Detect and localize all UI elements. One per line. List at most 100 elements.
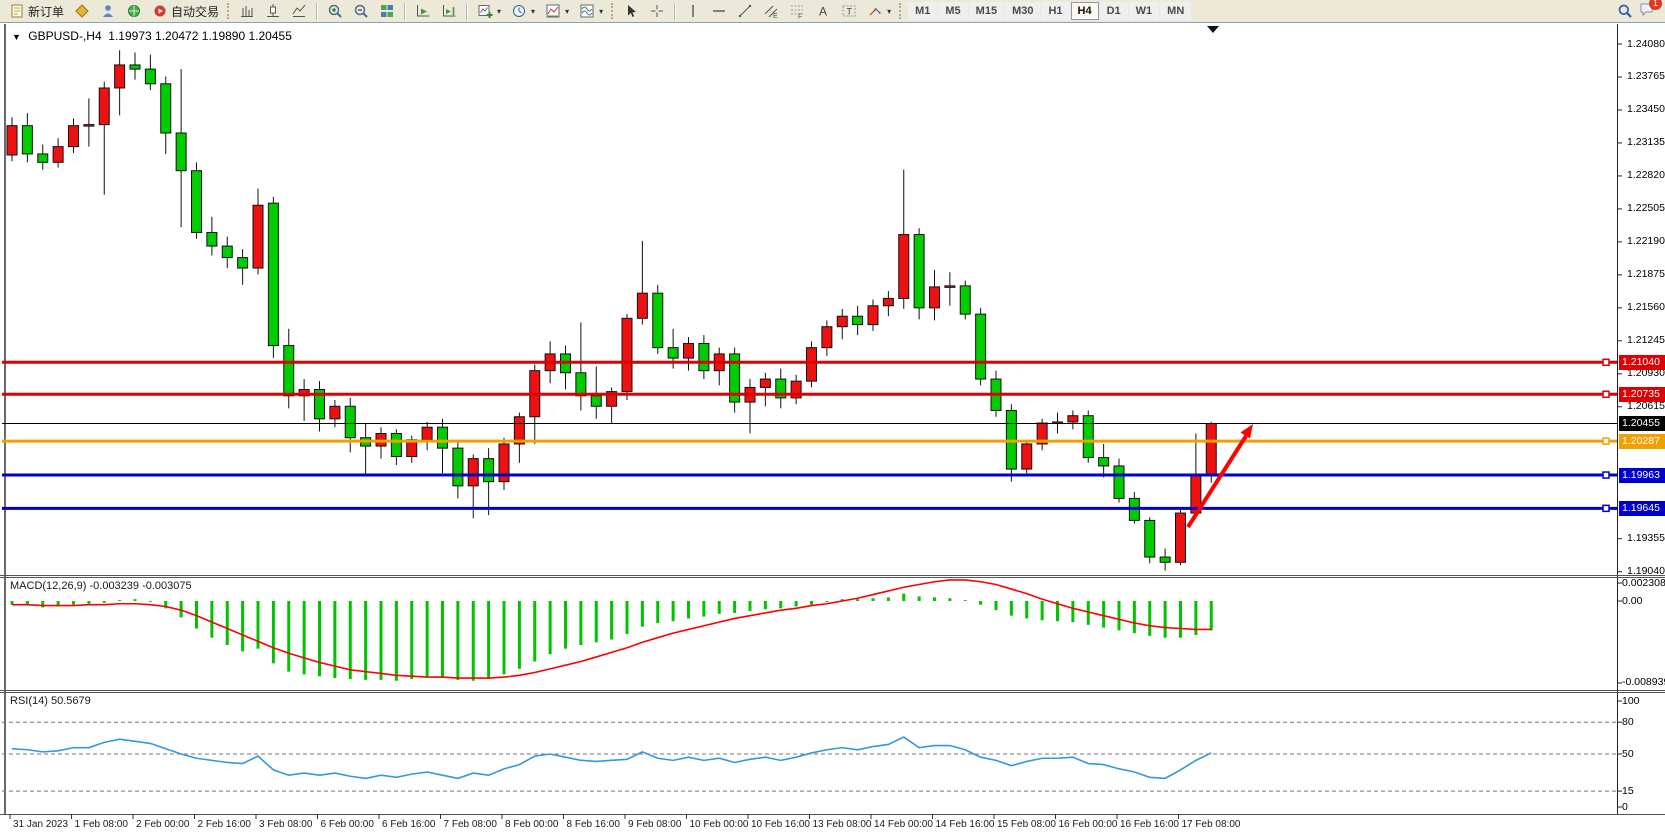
bull-candle: [684, 343, 694, 358]
hline-handle: [1603, 359, 1609, 365]
price-tick-label: 1.22505: [1627, 202, 1665, 214]
price-tick-label: 1.20615: [1627, 400, 1665, 412]
dropdown-arrow-icon: ▾: [599, 7, 603, 16]
timeframe-m30[interactable]: M30: [1005, 2, 1040, 20]
chart-shift-button[interactable]: [436, 1, 462, 21]
timeframe-h4[interactable]: H4: [1071, 2, 1099, 20]
timeframe-m5[interactable]: M5: [938, 2, 967, 20]
price-chart-canvas[interactable]: [0, 0, 1665, 837]
auto-scroll-button[interactable]: [410, 1, 436, 21]
arrows-button[interactable]: ▾: [862, 1, 896, 21]
horizontal-line-button[interactable]: [706, 1, 732, 21]
clock-icon: [511, 3, 527, 19]
zoom-out-button[interactable]: [348, 1, 374, 21]
price-badge-1.19645: 1.19645: [1619, 501, 1665, 516]
ohlc-high: 1.20472: [155, 29, 198, 43]
templates-icon: [579, 3, 595, 19]
bear-candle: [438, 427, 448, 448]
timeframe-mn[interactable]: MN: [1160, 2, 1191, 20]
notification-badge: 1: [1649, 0, 1662, 10]
time-axis-label: 10 Feb 00:00: [690, 819, 749, 830]
cursor-arrow-icon: [623, 3, 639, 19]
new-chart-icon: [477, 3, 493, 19]
price-badge-1.21040: 1.21040: [1619, 355, 1665, 370]
community-button[interactable]: [95, 1, 121, 21]
time-axis-label: 3 Feb 08:00: [259, 819, 312, 830]
price-tick-label: 1.23135: [1627, 136, 1665, 148]
zoom-in-icon: [327, 3, 343, 19]
line-chart-button[interactable]: [286, 1, 312, 21]
text-button[interactable]: A: [810, 1, 836, 21]
bear-candle: [1099, 458, 1109, 466]
trendline-button[interactable]: [732, 1, 758, 21]
chat-button[interactable]: 1: [1639, 1, 1655, 22]
bull-candle: [99, 88, 109, 125]
toolbar-right: 1: [1617, 1, 1661, 22]
bear-candle: [960, 286, 970, 314]
bull-candle: [1206, 424, 1216, 474]
toolbar-separator: [466, 3, 468, 20]
equidistant-channel-icon: E: [763, 3, 779, 19]
timeframe-group: M1M5M15M30H1H4D1W1MN: [908, 2, 1191, 20]
bear-candle: [391, 433, 401, 456]
hline-handle: [1603, 472, 1609, 478]
search-icon[interactable]: [1617, 3, 1633, 19]
ohlc-close: 1.20455: [249, 29, 292, 43]
bear-candle: [699, 343, 709, 370]
bull-candle: [115, 65, 125, 88]
channel-button[interactable]: E: [758, 1, 784, 21]
zoom-in-button[interactable]: [322, 1, 348, 21]
bar-chart-button[interactable]: [234, 1, 260, 21]
price-badge-1.19963: 1.19963: [1619, 468, 1665, 483]
vertical-line-button[interactable]: [680, 1, 706, 21]
fibonacci-button[interactable]: F: [784, 1, 810, 21]
rsi-axis-label: 0: [1622, 801, 1628, 813]
bull-candle: [468, 459, 478, 486]
price-tick-label: 1.23450: [1627, 103, 1665, 115]
market-button[interactable]: [69, 1, 95, 21]
indicators-button[interactable]: ▾: [540, 1, 574, 21]
text-label-icon: T: [841, 3, 857, 19]
rsi-axis-label: 50: [1622, 748, 1634, 760]
price-badge-1.20735: 1.20735: [1619, 387, 1665, 402]
candle-chart-button[interactable]: [260, 1, 286, 21]
timeframe-m15[interactable]: M15: [969, 2, 1004, 20]
time-axis-label: 7 Feb 08:00: [444, 819, 497, 830]
signals-button[interactable]: [121, 1, 147, 21]
cursor-button[interactable]: [618, 1, 644, 21]
bear-candle: [1145, 520, 1155, 557]
macd-axis-label: 0.00: [1622, 595, 1642, 607]
bear-candle: [207, 232, 217, 246]
bull-candle: [84, 125, 94, 127]
crosshair-button[interactable]: [644, 1, 670, 21]
rsi-axis-label: 100: [1622, 695, 1640, 707]
text-label-button[interactable]: T: [836, 1, 862, 21]
bear-candle: [238, 258, 248, 268]
bull-candle: [7, 126, 17, 155]
dropdown-arrow-icon: ▾: [565, 7, 569, 16]
trendline-icon: [737, 3, 753, 19]
bear-candle: [176, 133, 186, 171]
symbol-dropdown-icon[interactable]: ▼: [12, 32, 21, 42]
bear-candle: [222, 246, 232, 258]
toolbar-grip: [611, 3, 615, 19]
timeframe-w1[interactable]: W1: [1129, 2, 1160, 20]
timeframe-h1[interactable]: H1: [1041, 2, 1069, 20]
toolbar: 新订单 自动交易: [0, 0, 1665, 23]
time-axis-label: 14 Feb 00:00: [874, 819, 933, 830]
tile-windows-button[interactable]: [374, 1, 400, 21]
timeframe-d1[interactable]: D1: [1100, 2, 1128, 20]
timeframe-m1[interactable]: M1: [908, 2, 937, 20]
new-chart-button[interactable]: ▾: [472, 1, 506, 21]
periods-button[interactable]: ▾: [506, 1, 540, 21]
price-tick-label: 1.23765: [1627, 70, 1665, 82]
new-order-button[interactable]: 新订单: [4, 1, 69, 21]
bear-candle: [576, 373, 586, 396]
time-axis-label: 6 Feb 00:00: [321, 819, 374, 830]
mt4-terminal: ▼ GBPUSD-,H4 1.19973 1.20472 1.19890 1.2…: [0, 0, 1665, 837]
time-axis-label: 9 Feb 08:00: [628, 819, 681, 830]
templates-button[interactable]: ▾: [574, 1, 608, 21]
price-tick-label: 1.22190: [1627, 235, 1665, 247]
bear-candle: [192, 171, 202, 233]
autotrade-button[interactable]: 自动交易: [147, 1, 224, 21]
